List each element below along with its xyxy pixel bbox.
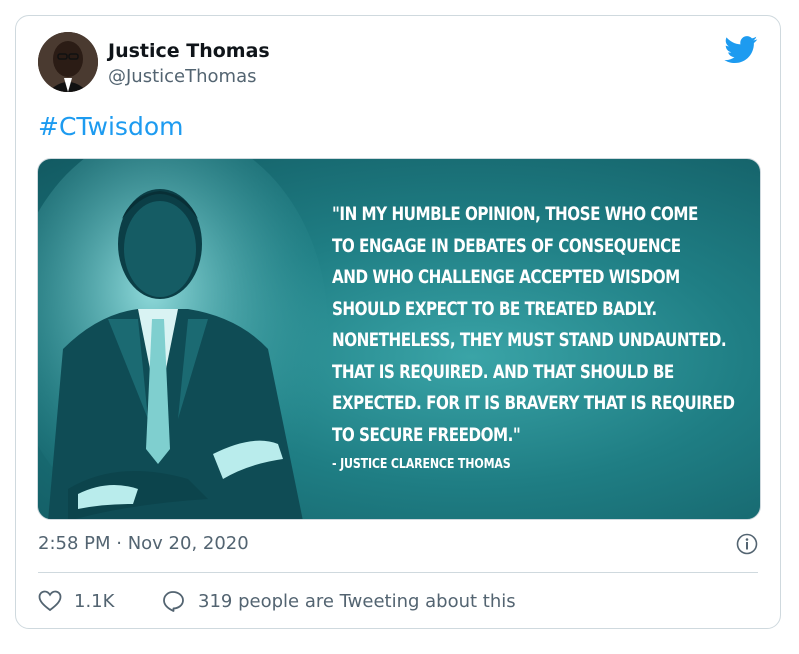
author-name[interactable]: Justice Thomas — [108, 40, 270, 62]
info-icon[interactable] — [736, 533, 758, 555]
conversation-text: 319 people are Tweeting about this — [198, 590, 516, 612]
quote-line: AND WHO CHALLENGE ACCEPTED WISDOM — [332, 267, 680, 288]
avatar-portrait — [38, 32, 98, 92]
tweet-card: Justice Thomas @JusticeThomas #CTwisdom — [15, 15, 781, 629]
avatar[interactable] — [38, 32, 98, 92]
quote-text: "IN MY HUMBLE OPINION, THOSE WHO COME TO… — [332, 199, 758, 451]
quote-attribution: - JUSTICE CLARENCE THOMAS — [332, 457, 511, 472]
quote-line: SHOULD EXPECT TO BE TREATED BADLY. — [332, 298, 657, 320]
like-button[interactable]: 1.1K — [38, 590, 114, 612]
portrait-illustration — [38, 159, 328, 519]
tweet-timestamp[interactable]: 2:58 PM · Nov 20, 2020 — [38, 533, 249, 554]
quote-line: TO SECURE FREEDOM." — [332, 424, 521, 446]
like-count: 1.1K — [74, 590, 115, 612]
heart-icon — [38, 590, 62, 612]
quote-line: THAT IS REQUIRED. AND THAT SHOULD BE — [332, 361, 674, 383]
tweet-image[interactable]: "IN MY HUMBLE OPINION, THOSE WHO COME TO… — [37, 158, 761, 520]
quote-line: NONETHELESS, THEY MUST STAND UNDAUNTED. — [332, 330, 727, 351]
quote-line: EXPECTED. FOR IT IS BRAVERY THAT IS REQU… — [332, 393, 735, 414]
twitter-bird-icon[interactable] — [724, 36, 758, 64]
hashtag-link[interactable]: #CTwisdom — [38, 112, 183, 141]
quote-line: TO ENGAGE IN DEBATES OF CONSEQUENCE — [332, 235, 681, 257]
conversation-link[interactable]: 319 people are Tweeting about this — [162, 590, 516, 612]
quote-line: "IN MY HUMBLE OPINION, THOSE WHO COME — [332, 204, 698, 225]
speech-bubble-icon — [163, 591, 184, 612]
divider — [38, 572, 758, 573]
author-handle[interactable]: @JusticeThomas — [108, 66, 256, 87]
